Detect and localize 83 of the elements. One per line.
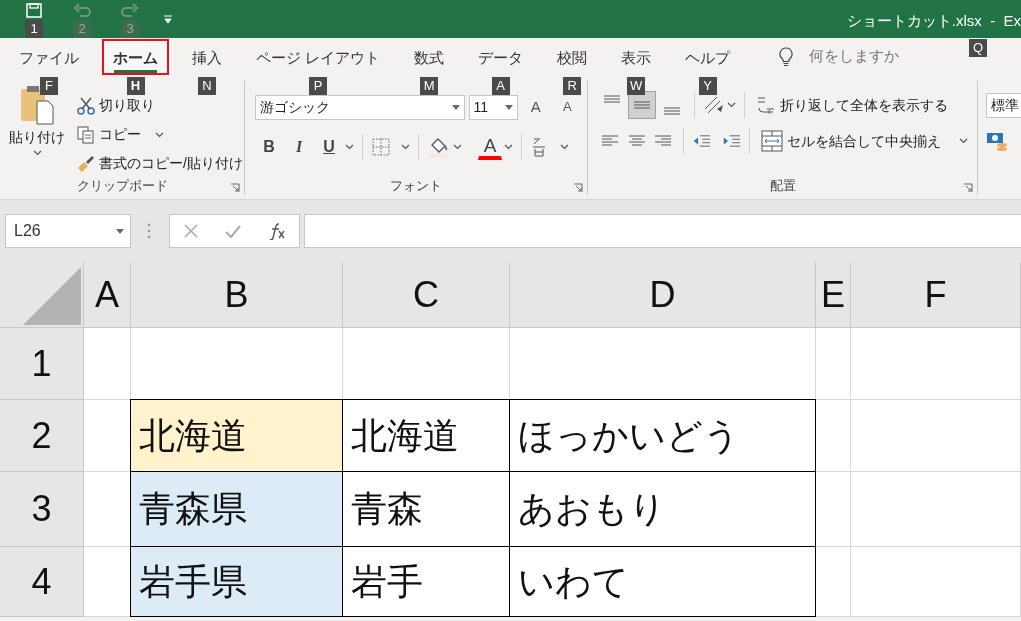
table-cell: ほっかいどう	[509, 399, 816, 472]
dropdown-icon[interactable]	[504, 104, 513, 110]
caret-icon[interactable]	[959, 138, 968, 144]
font-name-dropdown[interactable]: 游ゴシック	[255, 94, 465, 120]
group-label: 配置	[768, 176, 797, 195]
empty-cell	[816, 400, 851, 472]
column-header[interactable]: F	[851, 262, 1021, 328]
key-tip: W	[627, 76, 646, 95]
window-title: ショートカット.xlsx - Ex	[846, 11, 1021, 31]
group-label: クリップボード	[75, 176, 169, 195]
vertical-align-button[interactable]	[628, 91, 656, 119]
checkmark-icon[interactable]	[224, 223, 243, 239]
empty-cell	[816, 547, 851, 617]
dialog-launcher-icon[interactable]	[230, 183, 240, 193]
key-tip: A	[491, 76, 510, 95]
name-box[interactable]: L26	[5, 214, 131, 248]
table-cell: 北海道	[130, 399, 343, 472]
column-header[interactable]: B	[131, 262, 343, 328]
copy-icon	[77, 125, 95, 144]
caret-icon[interactable]	[727, 102, 736, 108]
bold-button[interactable]: B	[255, 133, 283, 161]
key-tip: 2	[73, 20, 91, 38]
dropdown-icon[interactable]	[451, 104, 460, 110]
column-header[interactable]: C	[343, 262, 510, 328]
dropdown-icon[interactable]	[116, 228, 124, 234]
merge-cells-icon	[761, 130, 783, 152]
table-cell: 青森県	[130, 471, 343, 547]
lightbulb-icon	[779, 46, 794, 67]
customize-icon[interactable]	[163, 14, 173, 24]
align-lines-icon	[663, 107, 681, 115]
key-tip: R	[563, 76, 582, 95]
key-tip: P	[309, 76, 328, 95]
key-tip: Q	[969, 39, 988, 58]
caret-icon[interactable]	[155, 131, 164, 138]
caret-icon[interactable]	[504, 144, 513, 150]
caret-icon[interactable]	[32, 150, 42, 156]
number-format-dropdown[interactable]: 標準	[986, 93, 1021, 118]
column-header[interactable]: D	[510, 262, 816, 328]
decrease-font-button[interactable]: A	[553, 93, 581, 121]
group-label: フォント	[389, 176, 443, 195]
align-lines-icon	[633, 101, 651, 109]
drag-handle-icon[interactable]	[147, 223, 151, 239]
column-header[interactable]: A	[84, 262, 131, 328]
paintbrush-icon	[77, 154, 95, 173]
underline-button[interactable]: U	[315, 133, 343, 161]
font-color-button[interactable]: A	[478, 134, 502, 160]
dialog-launcher-icon[interactable]	[963, 183, 973, 193]
format-painter-button[interactable]: 書式のコピー/貼り付け	[74, 151, 246, 176]
text-orientation-icon[interactable]	[703, 95, 725, 115]
scissors-icon	[77, 96, 95, 115]
row-header[interactable]: 1	[0, 328, 84, 400]
align-lines-icon	[603, 95, 621, 103]
caret-icon[interactable]	[345, 144, 354, 150]
copy-button[interactable]: コピー	[74, 122, 246, 147]
formula-input[interactable]	[304, 214, 1021, 248]
key-tip: 1	[25, 20, 43, 38]
key-tip: Y	[698, 76, 717, 95]
row-header[interactable]: 2	[0, 400, 84, 472]
function-icon[interactable]	[268, 222, 287, 240]
caret-icon[interactable]	[560, 144, 569, 150]
table-cell: 岩手県	[130, 546, 343, 617]
column-header[interactable]: E	[816, 262, 851, 328]
tell-me-field[interactable]: 何をしますか	[807, 44, 928, 69]
cut-button[interactable]: 切り取り	[74, 93, 246, 118]
caret-icon[interactable]	[401, 144, 410, 150]
merge-center-button[interactable]: セルを結合して中央揃え	[758, 128, 971, 154]
key-tip: M	[420, 76, 439, 95]
italic-button[interactable]: I	[285, 133, 313, 161]
table-cell: いわて	[509, 546, 816, 617]
currency-icon[interactable]	[986, 130, 1008, 152]
increase-font-button[interactable]: A	[521, 93, 550, 121]
key-tip: N	[198, 76, 216, 95]
wrap-text-button[interactable]: 折り返して全体を表示する	[753, 92, 951, 118]
wrap-text-icon	[756, 94, 776, 116]
font-size-dropdown[interactable]: 11	[468, 94, 518, 120]
key-tip: F	[40, 76, 58, 95]
key-tip: H	[126, 76, 145, 95]
row-header[interactable]: 3	[0, 472, 84, 547]
key-tip: 3	[121, 20, 139, 38]
caret-icon[interactable]	[453, 144, 462, 150]
dialog-launcher-icon[interactable]	[573, 183, 583, 193]
row-header[interactable]: 4	[0, 547, 84, 617]
phonetic-guide-icon[interactable]	[530, 137, 548, 157]
